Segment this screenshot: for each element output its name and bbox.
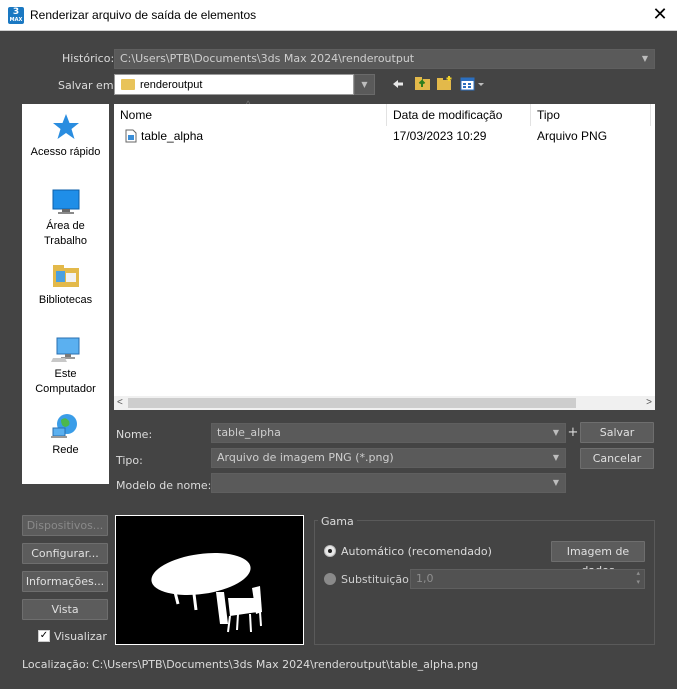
computer-icon	[50, 337, 79, 362]
historico-label: Histórico:	[62, 52, 115, 65]
gama-title: Gama	[318, 515, 357, 528]
localizacao-label: Localização:	[22, 658, 90, 671]
file-date: 17/03/2023 10:29	[393, 129, 487, 143]
automatico-radio[interactable]	[324, 545, 336, 557]
modelo-de-nome-dropdown[interactable]: ▼	[211, 473, 566, 493]
places-bar: Acesso rápido Área de Trabalho Bibliotec…	[22, 104, 109, 484]
substituicao-label: Substituição	[341, 573, 409, 586]
close-icon[interactable]: ✕	[646, 3, 674, 27]
table-row[interactable]: table_alpha 17/03/2023 10:29 Arquivo PNG	[114, 126, 655, 146]
automatico-label: Automático (recomendado)	[341, 545, 492, 558]
nome-label: Nome:	[116, 428, 153, 441]
file-list[interactable]: ^ Nome Data de modificação Tipo table_al…	[114, 99, 655, 410]
visualizar-label: Visualizar	[54, 630, 107, 643]
add-template-button[interactable]: +	[567, 423, 579, 443]
place-acesso-rapido[interactable]: Acesso rápido	[22, 112, 109, 160]
vista-button[interactable]: Vista	[22, 599, 108, 620]
back-icon[interactable]	[392, 78, 404, 90]
historico-value: C:\Users\PTB\Documents\3ds Max 2024\rend…	[120, 52, 415, 65]
scroll-left-icon[interactable]: <	[117, 396, 123, 410]
tipo-value: Arquivo de imagem PNG (*.png)	[217, 451, 394, 464]
cancelar-button[interactable]: Cancelar	[580, 448, 654, 469]
salvar-button[interactable]: Salvar	[580, 422, 654, 443]
nome-combo[interactable]: table_alpha ▼	[211, 423, 566, 443]
place-label: Área de Trabalho	[43, 220, 87, 247]
image-preview	[115, 515, 304, 645]
substituicao-spinner[interactable]: 1,0 ▴ ▾	[410, 569, 645, 589]
file-name: table_alpha	[141, 129, 204, 143]
modelo-de-nome-label: Modelo de nome:	[116, 479, 212, 492]
desktop-icon	[52, 189, 79, 214]
chevron-down-icon: ▼	[552, 478, 559, 487]
place-rede[interactable]: Rede	[22, 412, 109, 458]
imagem-de-dados-button[interactable]: Imagem de dados	[551, 541, 645, 577]
visualizar-checkbox[interactable]: ✓	[38, 630, 50, 642]
chevron-down-icon: ▼	[552, 428, 559, 437]
scroll-right-icon[interactable]: >	[646, 396, 652, 410]
salvar-em-combo[interactable]: renderoutput	[114, 74, 354, 95]
column-header-nome[interactable]: Nome	[114, 104, 387, 126]
substituicao-radio[interactable]	[324, 573, 336, 585]
dispositivos-button[interactable]: Dispositivos...	[22, 515, 108, 536]
tipo-label: Tipo:	[116, 454, 143, 467]
column-header-data[interactable]: Data de modificação	[387, 104, 531, 126]
informacoes-button[interactable]: Informações...	[22, 571, 108, 592]
window-title: Renderizar arquivo de saída de elementos	[30, 8, 257, 22]
localizacao-value: C:\Users\PTB\Documents\3ds Max 2024\rend…	[92, 658, 479, 671]
salvar-em-dropdown-button[interactable]: ▼	[354, 74, 375, 95]
historico-dropdown[interactable]: C:\Users\PTB\Documents\3ds Max 2024\rend…	[114, 49, 655, 69]
view-menu-icon[interactable]	[460, 76, 486, 92]
override-value: 1,0	[416, 572, 434, 585]
folder-icon	[121, 78, 135, 90]
alpha-preview-image	[151, 553, 262, 633]
up-folder-icon[interactable]	[414, 75, 432, 92]
nome-value: table_alpha	[217, 426, 281, 439]
star-icon	[52, 114, 79, 139]
libraries-icon	[52, 265, 79, 287]
spinner-arrows-icon[interactable]: ▴ ▾	[636, 570, 640, 587]
network-icon	[50, 414, 77, 438]
place-label: Acesso rápido	[30, 146, 101, 158]
place-area-de-trabalho[interactable]: Área de Trabalho	[22, 188, 109, 249]
place-label: Este Computador	[35, 368, 96, 395]
salvar-em-label: Salvar em:	[58, 79, 118, 92]
place-label: Rede	[52, 444, 79, 456]
horizontal-scrollbar[interactable]: < >	[114, 396, 655, 410]
new-folder-icon[interactable]	[436, 75, 454, 92]
file-type: Arquivo PNG	[537, 129, 608, 143]
place-label: Bibliotecas	[38, 294, 93, 306]
place-este-computador[interactable]: Este Computador	[22, 336, 109, 397]
place-bibliotecas[interactable]: Bibliotecas	[22, 262, 109, 308]
salvar-em-value: renderoutput	[140, 79, 203, 91]
chevron-down-icon: ▼	[552, 453, 559, 462]
column-header-tipo[interactable]: Tipo	[531, 104, 651, 126]
scroll-thumb[interactable]	[128, 398, 576, 408]
file-icon	[125, 129, 137, 146]
app-icon: 3 MAX	[8, 7, 24, 24]
tipo-dropdown[interactable]: Arquivo de imagem PNG (*.png) ▼	[211, 448, 566, 468]
chevron-down-icon: ▼	[641, 54, 648, 63]
configurar-button[interactable]: Configurar...	[22, 543, 108, 564]
